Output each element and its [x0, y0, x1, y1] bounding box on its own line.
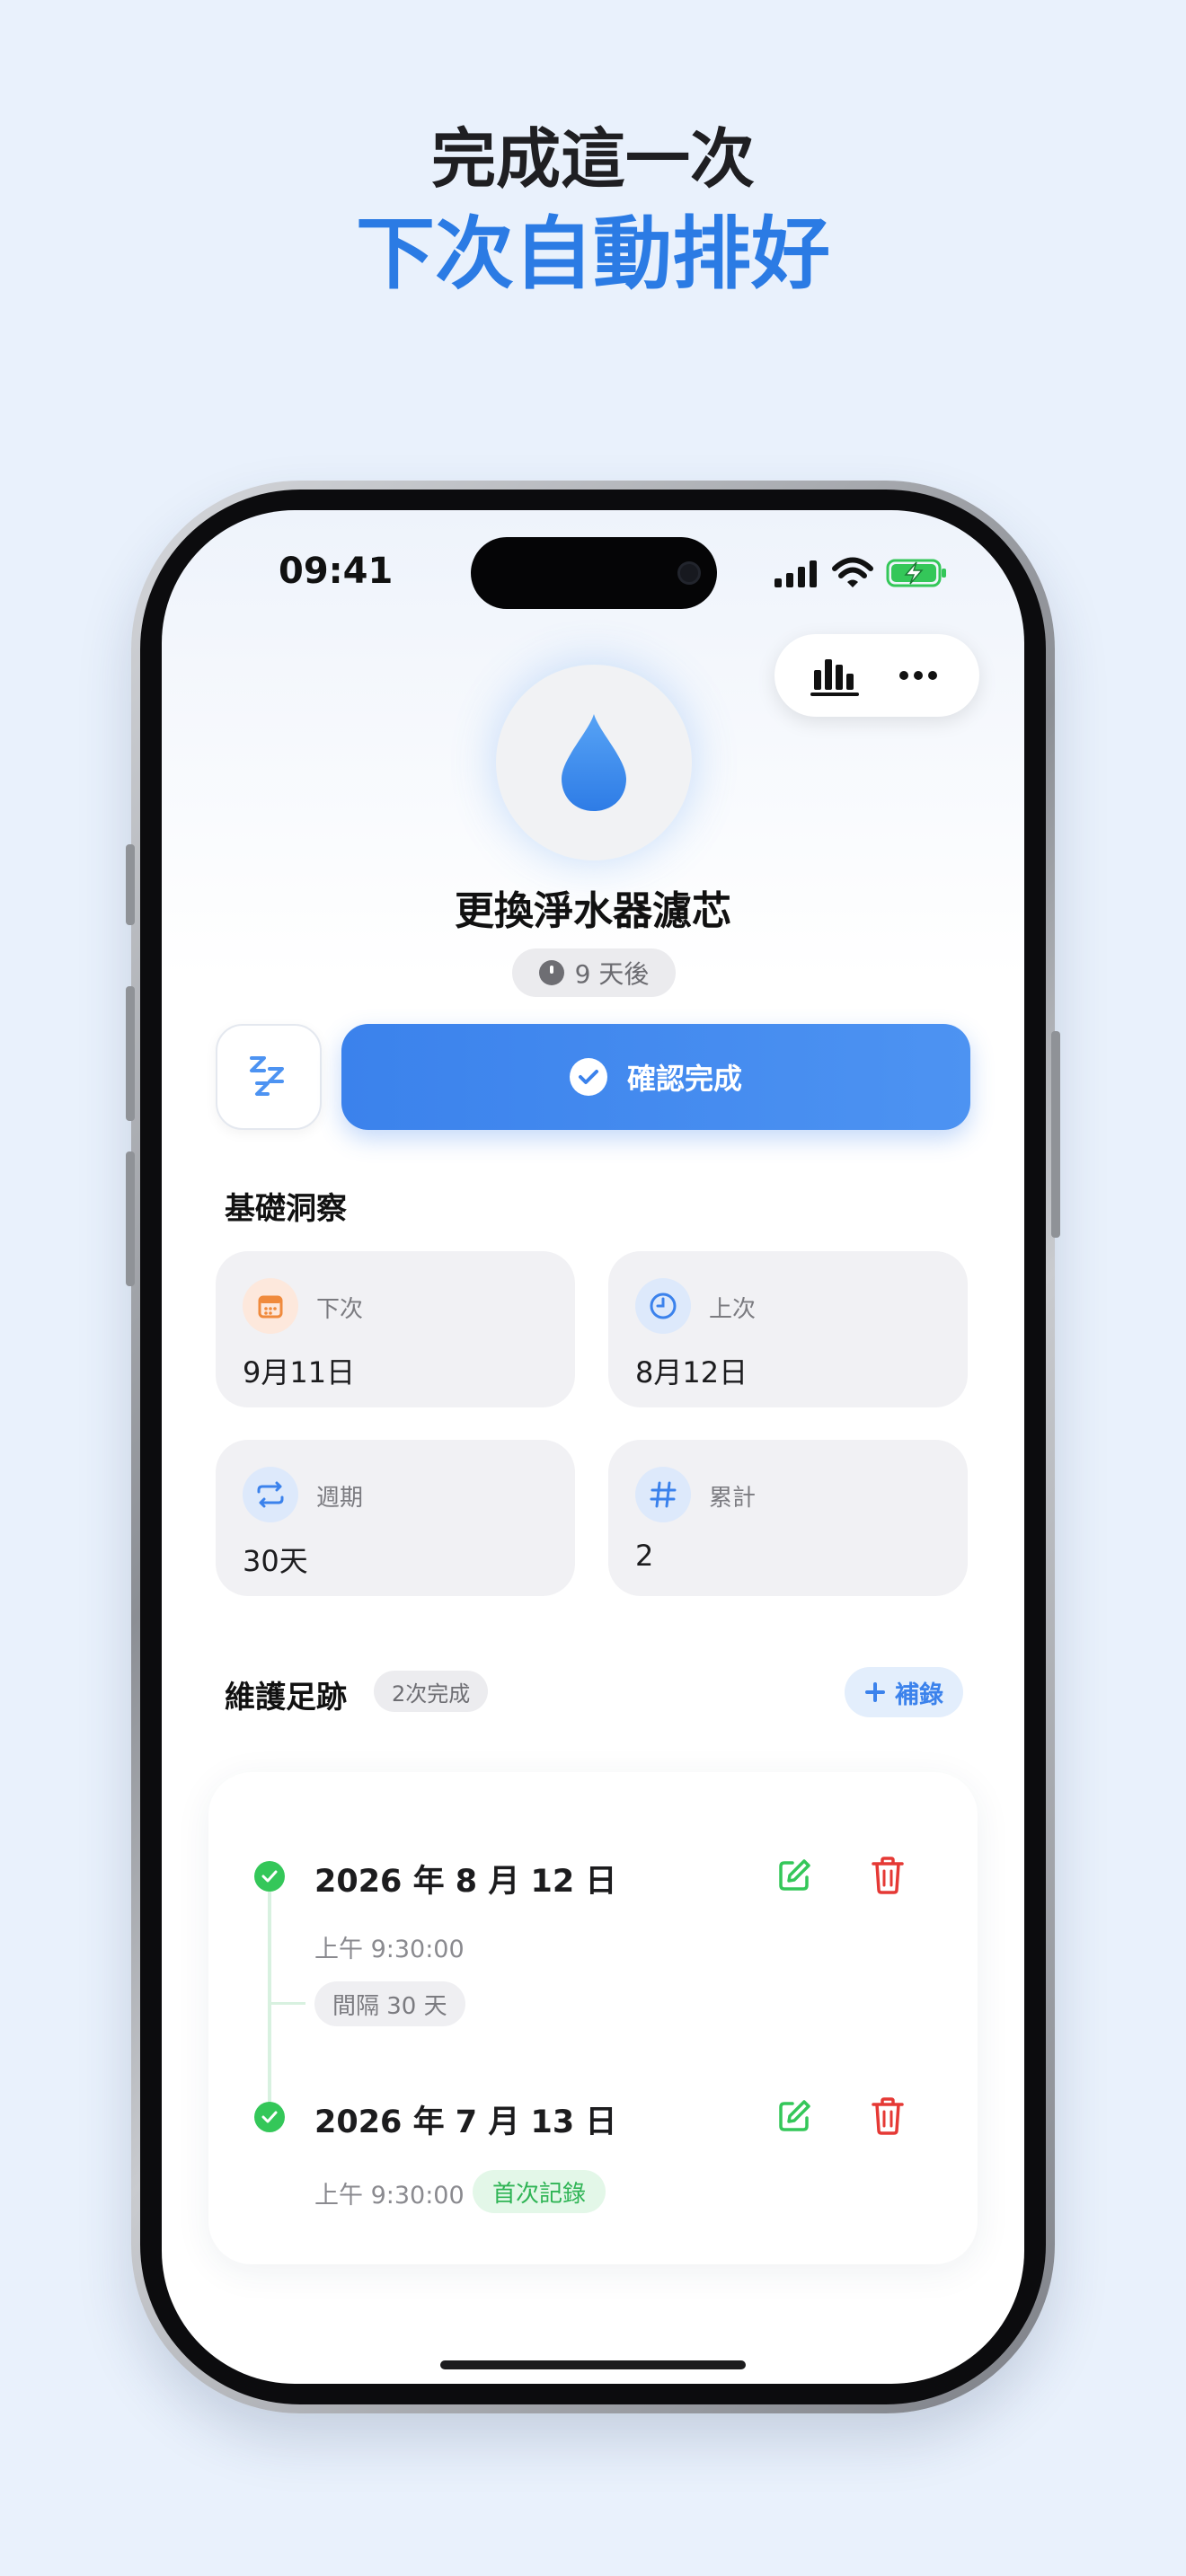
insight-value-last: 8月12日: [635, 1355, 748, 1389]
stats-button[interactable]: [804, 644, 867, 707]
snooze-button[interactable]: [216, 1024, 322, 1130]
insight-value-cycle: 30天: [243, 1544, 308, 1578]
add-record-button[interactable]: 補錄: [845, 1667, 963, 1717]
phone-volume-down: [126, 1151, 135, 1286]
phone-volume-up: [126, 986, 135, 1121]
checkmark-icon: [569, 1058, 607, 1096]
timeline-branch: [270, 2002, 305, 2005]
timeline-line: [268, 1877, 271, 2118]
bar-chart-icon: [810, 659, 859, 696]
insights-section-title: 基礎洞察: [225, 1191, 347, 1227]
battery-charging-icon: [886, 559, 946, 587]
insight-label-cycle: 週期: [316, 1485, 364, 1512]
home-indicator[interactable]: [440, 2360, 746, 2369]
due-badge: 9 天後: [512, 948, 676, 997]
clock-icon: [538, 960, 564, 985]
task-icon-circle: [496, 665, 692, 860]
clock-icon: [635, 1278, 691, 1334]
zzz-icon: [250, 1056, 284, 1096]
promo-headline-line1: 完成這一次: [430, 121, 755, 197]
hash-icon: [635, 1467, 691, 1522]
insight-card-next: 下次 9月11日: [216, 1251, 575, 1407]
history-entry-date: 2026 年 8 月 12 日: [314, 1864, 617, 1900]
edit-icon: [779, 1859, 810, 1891]
front-camera: [677, 561, 701, 585]
insight-label-next: 下次: [316, 1296, 364, 1323]
edit-entry-button[interactable]: [767, 2089, 821, 2143]
trash-icon: [872, 2097, 904, 2135]
edit-icon: [779, 2100, 810, 2131]
insight-card-total: 累計 2: [608, 1440, 968, 1596]
app-screen: 09:41 更換淨水器濾芯 9 天後 確認完成 基礎洞察 下次 9月11日 上次…: [162, 510, 1024, 2384]
insight-card-cycle: 週期 30天: [216, 1440, 575, 1596]
history-entry-date: 2026 年 7 月 13 日: [314, 2104, 617, 2140]
ellipsis-icon: [899, 671, 937, 680]
cellular-signal-icon: [774, 560, 817, 587]
status-time: 09:41: [279, 551, 394, 592]
phone-power-button: [1051, 1031, 1060, 1238]
phone-silent-switch: [126, 844, 135, 925]
edit-entry-button[interactable]: [767, 1848, 821, 1902]
due-text: 9 天後: [574, 959, 650, 989]
completion-count-badge: 2次完成: [374, 1671, 489, 1712]
task-title: 更換淨水器濾芯: [455, 888, 731, 934]
delete-entry-button[interactable]: [861, 2089, 915, 2143]
interval-badge: 間隔 30 天: [314, 1981, 465, 2026]
history-entry-time: 上午 9:30:00: [314, 2182, 465, 2210]
water-drop-icon: [562, 714, 626, 811]
first-record-badge: 首次記錄: [473, 2170, 606, 2213]
completed-check-icon: [254, 2102, 285, 2132]
trash-icon: [872, 1857, 904, 1894]
insight-value-total: 2: [635, 1539, 654, 1573]
top-toolbar: [774, 634, 979, 717]
confirm-complete-button[interactable]: 確認完成: [341, 1024, 970, 1130]
wifi-icon: [832, 557, 873, 587]
insight-label-last: 上次: [709, 1296, 757, 1323]
promo-headline-line2: 下次自動排好: [355, 207, 830, 300]
history-entry-time: 上午 9:30:00: [314, 1936, 465, 1963]
delete-entry-button[interactable]: [861, 1848, 915, 1902]
history-section-title: 維護足跡: [225, 1680, 347, 1716]
repeat-icon: [243, 1467, 298, 1522]
plus-icon: [865, 1682, 885, 1702]
calendar-icon: [243, 1278, 298, 1334]
insight-card-last: 上次 8月12日: [608, 1251, 968, 1407]
insight-label-total: 累計: [709, 1485, 757, 1512]
more-button[interactable]: [887, 644, 950, 707]
completed-check-icon: [254, 1861, 285, 1892]
add-record-label: 補錄: [895, 1681, 943, 1709]
insight-value-next: 9月11日: [243, 1355, 356, 1389]
confirm-label: 確認完成: [626, 1062, 742, 1096]
